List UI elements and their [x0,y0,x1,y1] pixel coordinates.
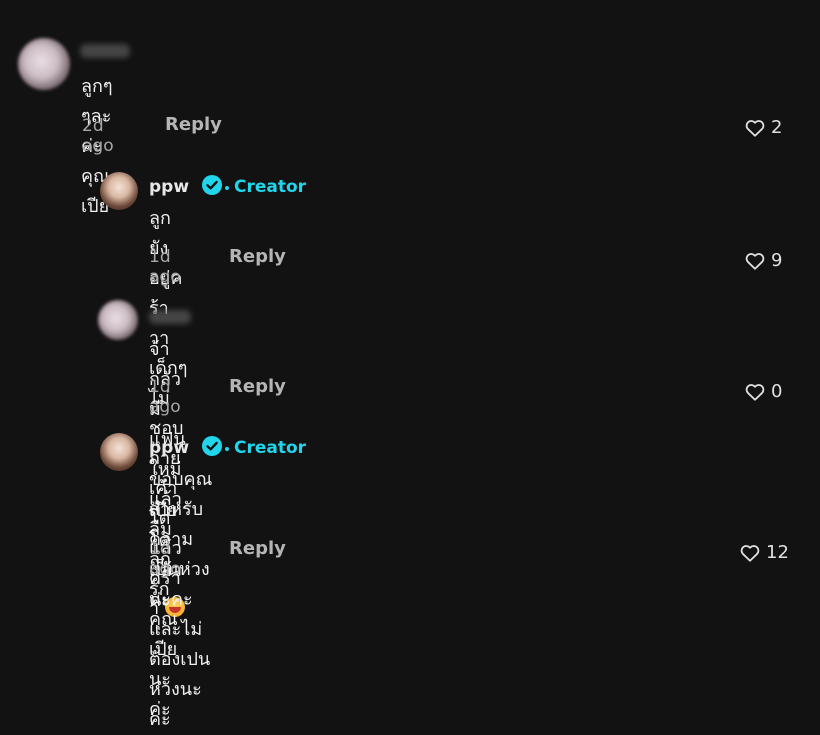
avatar[interactable] [100,172,138,210]
like-button[interactable]: 9 [745,250,782,271]
creator-badge: Creator [234,177,307,197]
like-button[interactable]: 12 [740,542,789,563]
reply-button[interactable]: Reply [229,376,286,397]
heart-icon [745,383,765,401]
comment-timestamp: 1d ago [149,377,181,417]
heart-icon [745,252,765,270]
creator-badge: Creator [234,438,307,458]
username[interactable]: ppw [149,438,189,458]
like-count: 2 [771,117,783,138]
avatar[interactable] [98,300,138,340]
like-count: 9 [771,250,783,271]
reply-button[interactable]: Reply [229,246,286,267]
verified-badge-icon [202,436,222,456]
avatar[interactable] [100,433,138,471]
reply-button[interactable]: Reply [165,114,222,135]
comment-timestamp: 1d ago [149,247,181,287]
like-count: 12 [766,542,789,563]
like-button[interactable]: 2 [745,117,782,138]
heart-icon [745,119,765,137]
like-count: 0 [771,381,783,402]
username-blurred[interactable] [80,44,130,58]
comment-timestamp: 1d ago [149,539,181,579]
username-blurred[interactable] [149,310,191,324]
avatar[interactable] [18,38,70,90]
separator-dot [225,447,229,451]
username[interactable]: ppw [149,177,189,197]
separator-dot [225,186,229,190]
comment-timestamp: 2d ago [82,116,114,156]
reply-button[interactable]: Reply [229,538,286,559]
like-button[interactable]: 0 [745,381,782,402]
verified-badge-icon [202,175,222,195]
heart-icon [740,544,760,562]
